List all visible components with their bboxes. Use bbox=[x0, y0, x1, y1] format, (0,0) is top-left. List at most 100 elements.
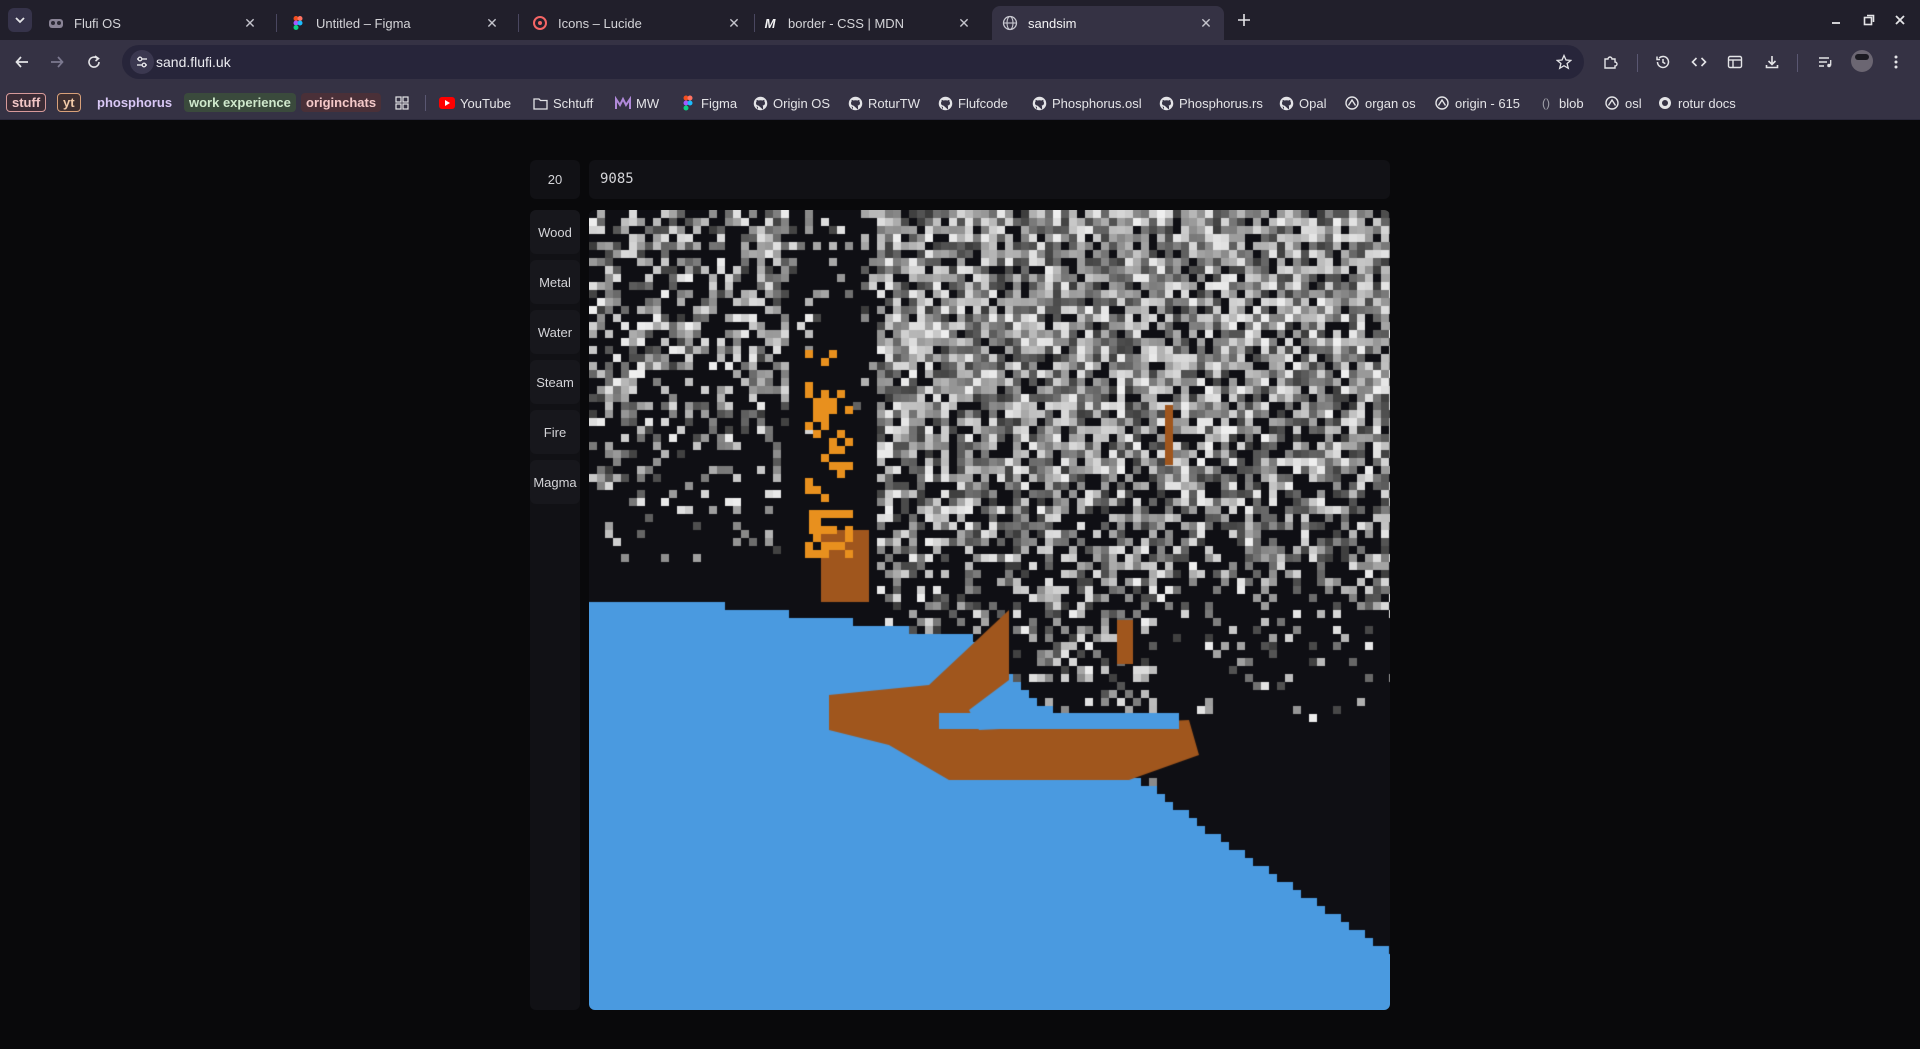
bookmark-schtuff[interactable]: Schtuff bbox=[532, 93, 593, 113]
material-button-water[interactable]: Water bbox=[530, 310, 580, 354]
bookmark-label: Figma bbox=[701, 95, 738, 111]
bookmark-group-work-experience[interactable]: work experience bbox=[184, 93, 296, 112]
material-button-metal[interactable]: Metal bbox=[530, 260, 580, 304]
mw-icon bbox=[615, 95, 631, 111]
bookmark-label: blob bbox=[1559, 95, 1584, 111]
forward-button[interactable] bbox=[45, 50, 69, 74]
bookmark-blob[interactable]: () blob bbox=[1538, 93, 1584, 113]
browser-menu-button[interactable] bbox=[1884, 50, 1908, 74]
bookmark-opal[interactable]: Opal bbox=[1278, 93, 1326, 113]
reload-button[interactable] bbox=[82, 50, 106, 74]
tab-title: border - CSS | MDN bbox=[788, 15, 905, 31]
bookmark-phosphorus-osl[interactable]: Phosphorus.osl bbox=[1031, 93, 1142, 113]
bookmarks-bar: stuff yt phosphorus work experience orig… bbox=[0, 84, 1920, 120]
star-icon bbox=[1556, 54, 1572, 70]
bookmark-group-yt[interactable]: yt bbox=[57, 93, 81, 112]
site-info-button[interactable] bbox=[130, 50, 154, 74]
tab-strip: Flufi OS ✕ Untitled – Figma ✕ Icons – Lu… bbox=[0, 0, 1920, 40]
bookmark-label: Phosphorus.osl bbox=[1052, 95, 1142, 111]
bookmark-flufcode[interactable]: Flufcode bbox=[937, 93, 1008, 113]
simulation-canvas[interactable] bbox=[589, 210, 1390, 1010]
particle-count-value: 9085 bbox=[600, 171, 634, 187]
bookmark-group-phosphorus[interactable]: phosphorus bbox=[92, 93, 177, 112]
bookmark-label: origin - 615 bbox=[1455, 95, 1521, 111]
globe-icon bbox=[1002, 15, 1018, 31]
tune-icon bbox=[137, 56, 147, 68]
close-icon[interactable]: ✕ bbox=[484, 15, 500, 31]
minimize-button[interactable] bbox=[1824, 8, 1848, 32]
side-panel-button[interactable] bbox=[1723, 50, 1747, 74]
github-icon bbox=[1158, 95, 1174, 111]
figma-icon bbox=[290, 15, 306, 31]
apps-grid-icon bbox=[394, 95, 410, 111]
material-button-magma[interactable]: Magma bbox=[530, 460, 580, 504]
maximize-button[interactable] bbox=[1857, 8, 1881, 32]
bookmark-origin-os[interactable]: Origin OS bbox=[752, 93, 830, 113]
bookmark-label: Phosphorus.rs bbox=[1179, 95, 1263, 111]
apps-button[interactable] bbox=[394, 93, 415, 113]
material-button-steam[interactable]: Steam bbox=[530, 360, 580, 404]
bookmark-rotur-docs[interactable]: rotur docs bbox=[1657, 93, 1736, 113]
address-bar[interactable]: sand.flufi.uk bbox=[122, 45, 1584, 79]
extensions-button[interactable] bbox=[1598, 50, 1622, 74]
bookmark-origin-615[interactable]: origin - 615 bbox=[1434, 93, 1520, 113]
devtools-button[interactable] bbox=[1687, 50, 1711, 74]
close-icon[interactable]: ✕ bbox=[956, 15, 972, 31]
tab-sandsim[interactable]: sandsim ✕ bbox=[992, 6, 1224, 40]
bookmark-group-originchats[interactable]: originchats bbox=[301, 93, 382, 112]
tab-search-button[interactable] bbox=[8, 8, 32, 32]
tab-mdn[interactable]: M border - CSS | MDN ✕ bbox=[752, 6, 982, 40]
material-sidebar: Wood Metal Water Steam Fire Magma bbox=[530, 210, 580, 1010]
media-controls-button[interactable] bbox=[1813, 50, 1837, 74]
bookmark-group-stuff[interactable]: stuff bbox=[6, 93, 47, 112]
simulation-canvas-container[interactable] bbox=[589, 210, 1390, 1010]
kebab-menu-icon bbox=[1894, 55, 1898, 69]
github-icon bbox=[1278, 95, 1294, 111]
close-icon bbox=[1895, 15, 1905, 25]
bookmark-organ-os[interactable]: organ os bbox=[1344, 93, 1416, 113]
bookmark-label: YouTube bbox=[460, 95, 512, 111]
bookmark-label: Flufcode bbox=[958, 95, 1008, 111]
material-button-fire[interactable]: Fire bbox=[530, 410, 580, 454]
bookmark-star-button[interactable] bbox=[1554, 52, 1574, 72]
arrow-left-icon bbox=[15, 56, 28, 68]
bookmarks-divider bbox=[425, 95, 426, 111]
bookmark-phosphorus-rs[interactable]: Phosphorus.rs bbox=[1158, 93, 1263, 113]
brush-size-input[interactable]: 20 bbox=[530, 160, 580, 199]
bookmark-label: organ os bbox=[1365, 95, 1416, 111]
tab-title: Flufi OS bbox=[74, 15, 121, 31]
bookmark-label: osl bbox=[1625, 95, 1642, 111]
download-icon bbox=[1765, 56, 1779, 69]
bookmark-label: MW bbox=[636, 95, 660, 111]
tab-title: Untitled – Figma bbox=[316, 15, 411, 31]
bookmark-mw[interactable]: MW bbox=[615, 93, 659, 113]
history-button[interactable] bbox=[1651, 50, 1675, 74]
bookmark-osl[interactable]: osl bbox=[1604, 93, 1642, 113]
downloads-button[interactable] bbox=[1760, 50, 1784, 74]
flufi-os-icon bbox=[48, 15, 64, 31]
close-icon[interactable]: ✕ bbox=[726, 15, 742, 31]
bookmark-youtube[interactable]: YouTube bbox=[439, 93, 511, 113]
bookmark-label: Schtuff bbox=[553, 95, 594, 111]
github-icon bbox=[937, 95, 953, 111]
arrow-right-icon bbox=[51, 56, 64, 68]
profile-avatar[interactable] bbox=[1851, 50, 1873, 72]
new-tab-button[interactable] bbox=[1232, 8, 1256, 32]
back-button[interactable] bbox=[10, 50, 34, 74]
reload-icon bbox=[88, 55, 100, 68]
bookmark-roturtw[interactable]: RoturTW bbox=[847, 93, 920, 113]
close-icon[interactable]: ✕ bbox=[242, 15, 258, 31]
tab-figma[interactable]: Untitled – Figma ✕ bbox=[280, 6, 510, 40]
rotur-icon bbox=[1344, 95, 1360, 111]
folder-icon bbox=[532, 95, 548, 111]
tab-lucide[interactable]: Icons – Lucide ✕ bbox=[522, 6, 752, 40]
material-button-wood[interactable]: Wood bbox=[530, 210, 580, 254]
puzzle-icon bbox=[1604, 56, 1618, 69]
mdn-icon: M bbox=[764, 15, 776, 31]
close-window-button[interactable] bbox=[1888, 8, 1912, 32]
rotur-docs-icon bbox=[1657, 95, 1673, 111]
close-icon[interactable]: ✕ bbox=[1198, 15, 1214, 31]
bookmark-figma[interactable]: Figma bbox=[680, 93, 737, 113]
tab-flufi-os[interactable]: Flufi OS ✕ bbox=[38, 6, 268, 40]
bookmark-label: Opal bbox=[1299, 95, 1327, 111]
